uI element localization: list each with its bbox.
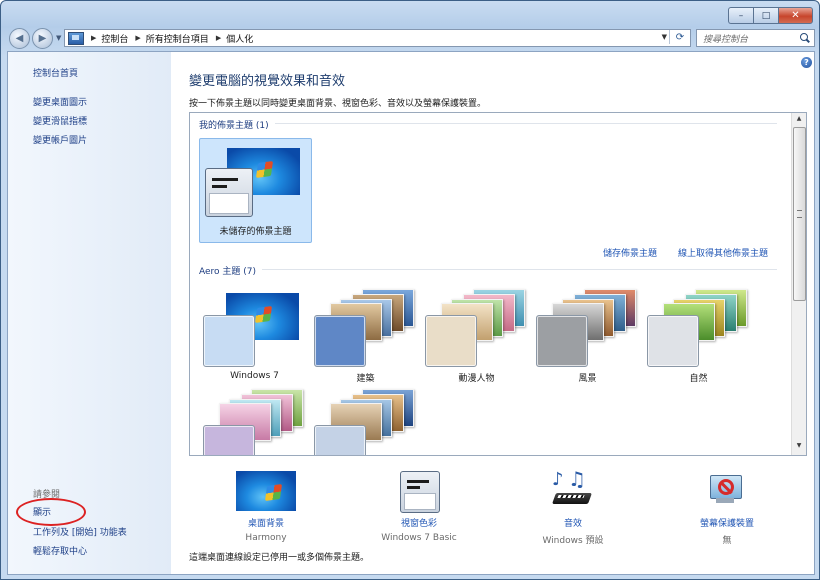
- desktop-background-icon: [236, 471, 296, 511]
- minimize-button[interactable]: –: [728, 7, 753, 24]
- theme-unsaved[interactable]: 未儲存的佈景主題: [199, 138, 312, 243]
- breadcrumb-personalization[interactable]: 個人化: [226, 32, 253, 45]
- chevron-right-icon[interactable]: ▶: [216, 34, 221, 42]
- theme-label: 風景: [578, 374, 597, 384]
- window-color-icon: [205, 168, 253, 217]
- theme-architecture[interactable]: 建築: [310, 285, 421, 385]
- window: – □ ✕ ◀ ▶ ▼ ▶ 控制台 ▶ 所有控制台項目 ▶ 個人化 ▼ ⟳ 搜尋…: [0, 0, 820, 580]
- get-more-themes-link[interactable]: 線上取得其他佈景主題: [678, 246, 768, 259]
- navigation-bar: ◀ ▶ ▼ ▶ 控制台 ▶ 所有控制台項目 ▶ 個人化 ▼ ⟳ 搜尋控制台: [1, 27, 819, 49]
- back-arrow-icon: ◀: [15, 33, 24, 44]
- maximize-button[interactable]: □: [753, 7, 778, 24]
- chevron-right-icon[interactable]: ▶: [135, 34, 140, 42]
- see-also-taskbar[interactable]: 工作列及 [開始] 功能表: [33, 525, 127, 538]
- search-input[interactable]: 搜尋控制台: [696, 29, 815, 47]
- refresh-icon[interactable]: ⟳: [669, 30, 690, 44]
- address-bar[interactable]: ▶ 控制台 ▶ 所有控制台項目 ▶ 個人化 ▼ ⟳: [64, 29, 691, 47]
- desktop-background-link[interactable]: 桌面背景: [201, 516, 331, 529]
- theme-label: 動漫人物: [458, 374, 495, 384]
- theme-label: 未儲存的佈景主題: [219, 227, 292, 237]
- breadcrumb-all-items[interactable]: 所有控制台項目: [146, 32, 209, 45]
- theme-windows7[interactable]: Windows 7: [199, 285, 310, 385]
- window-color-link[interactable]: 視窗色彩: [354, 516, 484, 529]
- color-swatch: [314, 425, 366, 455]
- close-button[interactable]: ✕: [778, 7, 813, 24]
- search-placeholder: 搜尋控制台: [703, 35, 749, 45]
- help-icon[interactable]: ?: [801, 57, 812, 68]
- color-swatch: [203, 425, 255, 455]
- screen-saver-value: 無: [722, 536, 732, 546]
- address-dropdown-icon[interactable]: ▼: [662, 33, 667, 41]
- sounds-icon: ♪ ♫: [548, 467, 598, 511]
- color-swatch: [425, 315, 477, 367]
- see-also-ease-of-access[interactable]: 輕鬆存取中心: [33, 544, 87, 557]
- aero-themes-heading: Aero 主題 (7): [199, 267, 257, 277]
- theme-item-6[interactable]: [199, 385, 310, 455]
- sidebar-link-account-picture[interactable]: 變更帳戶圖片: [33, 133, 87, 146]
- control-panel-icon: [68, 31, 84, 45]
- page-description: 按一下佈景主題以同時變更桌面背景、視窗色彩、音效以及螢幕保護裝置。: [189, 99, 487, 109]
- gallery-scrollbar[interactable]: ▲ ▼: [791, 113, 806, 455]
- highlight-circle: [16, 498, 86, 526]
- back-button[interactable]: ◀: [9, 28, 30, 49]
- forward-arrow-icon: ▶: [38, 33, 47, 44]
- scroll-thumb[interactable]: [793, 127, 806, 301]
- desktop-background-value: Harmony: [245, 533, 287, 543]
- sidebar: 控制台首頁 變更桌面圖示 變更滑鼠指標 變更帳戶圖片 請參閱 顯示 工作列及 […: [8, 52, 171, 574]
- color-swatch: [536, 315, 588, 367]
- theme-nature[interactable]: 自然: [643, 285, 754, 385]
- screen-saver-icon: [708, 471, 746, 511]
- chevron-down-icon: ▼: [56, 34, 62, 42]
- theme-label: 自然: [689, 374, 708, 384]
- theme-characters[interactable]: 動漫人物: [421, 285, 532, 385]
- save-theme-link[interactable]: 儲存佈景主題: [603, 246, 657, 259]
- theme-label: 建築: [356, 374, 375, 384]
- search-icon[interactable]: [800, 33, 808, 41]
- color-swatch: [647, 315, 699, 367]
- my-themes-heading: 我的佈景主題 (1): [199, 121, 269, 131]
- scroll-down-icon[interactable]: ▼: [794, 442, 804, 452]
- color-swatch: [314, 315, 366, 367]
- sidebar-link-desktop-icons[interactable]: 變更桌面圖示: [33, 95, 87, 108]
- window-color-value: Windows 7 Basic: [381, 533, 457, 543]
- theme-gallery: 我的佈景主題 (1) 未儲存的佈景主題 儲存佈景主題 線上取得其他佈景主題 Ae…: [189, 112, 807, 456]
- content-area: 控制台首頁 變更桌面圖示 變更滑鼠指標 變更帳戶圖片 請參閱 顯示 工作列及 […: [7, 51, 815, 575]
- color-swatch: [203, 315, 255, 367]
- screen-saver-link[interactable]: 螢幕保護裝置: [662, 516, 792, 529]
- recent-pages-dropdown[interactable]: ▼: [56, 34, 61, 42]
- window-color-setting[interactable]: 視窗色彩 Windows 7 Basic: [354, 461, 484, 543]
- sounds-setting[interactable]: ♪ ♫ 音效 Windows 預設: [508, 461, 638, 546]
- theme-label: Windows 7: [230, 371, 279, 381]
- window-color-icon: [400, 471, 440, 513]
- forward-button[interactable]: ▶: [32, 28, 53, 49]
- desktop-background-setting[interactable]: 桌面背景 Harmony: [201, 461, 331, 543]
- theme-item-7[interactable]: [310, 385, 421, 455]
- screen-saver-setting[interactable]: 螢幕保護裝置 無: [662, 461, 792, 546]
- chevron-right-icon[interactable]: ▶: [91, 34, 96, 42]
- sidebar-link-mouse-pointers[interactable]: 變更滑鼠指標: [33, 114, 87, 127]
- status-note: 這端桌面連線設定已停用一或多個佈景主題。: [189, 553, 370, 563]
- sounds-link[interactable]: 音效: [508, 516, 638, 529]
- title-bar[interactable]: – □ ✕: [1, 1, 819, 27]
- page-title: 變更電腦的視覺效果和音效: [189, 74, 346, 89]
- scroll-up-icon[interactable]: ▲: [794, 115, 804, 125]
- sidebar-home-link[interactable]: 控制台首頁: [33, 66, 78, 79]
- breadcrumb-control-panel[interactable]: 控制台: [101, 32, 128, 45]
- theme-landscapes[interactable]: 風景: [532, 285, 643, 385]
- sounds-value: Windows 預設: [542, 536, 604, 546]
